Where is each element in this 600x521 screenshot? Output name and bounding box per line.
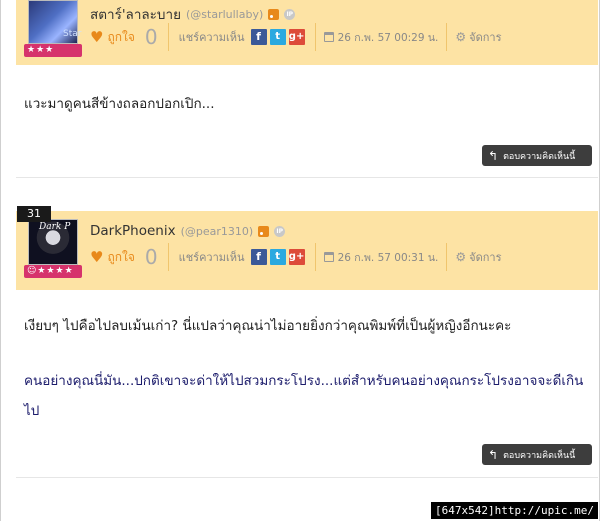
share-group: แชร์ความเห็น f t g+ [169,243,316,271]
comment-actions: ♥ ถูกใจ 0 แชร์ความเห็น f t g+ 26 ก.พ. 57… [90,23,502,51]
username[interactable]: DarkPhoenix [90,223,176,239]
share-label: แชร์ความเห็น [178,251,245,264]
like-label: ถูกใจ [107,249,135,264]
like-button[interactable]: ♥ ถูกใจ 0 [90,23,169,51]
heart-icon: ♥ [90,247,104,266]
date-text: 26 ก.พ. 57 00:29 น. [337,31,439,44]
manage-label: จัดการ [469,31,502,44]
twitter-icon[interactable]: t [269,249,286,265]
user-handle[interactable]: (@pear1310) [181,225,254,238]
avatar-caption: Star [63,29,82,39]
manage-button[interactable]: ⚙ จัดการ [447,28,501,46]
comment-header: Dark P ☺★★★★ DarkPhoenix (@pear1310) IP … [16,211,598,290]
comment-text-secondary: คนอย่างคุณนี่มัน...ปกติเขาจะด่าให้ไปสวมก… [24,373,584,419]
ip-icon[interactable]: IP [274,225,286,237]
facebook-icon[interactable]: f [250,249,267,265]
rank-stars: ★★★ [24,44,82,57]
comment-date: 26 ก.พ. 57 00:31 น. [316,243,448,271]
comment-number-badge[interactable]: 31 [17,206,51,222]
like-count: 0 [144,25,158,49]
avatar[interactable]: Dark P [28,219,78,265]
google-plus-icon[interactable]: g+ [288,29,305,45]
rank-stars: ☺★★★★ [24,265,82,278]
share-group: แชร์ความเห็น f t g+ [169,23,316,51]
heart-icon: ♥ [90,27,104,46]
google-plus-icon[interactable]: g+ [288,249,305,265]
reply-label: ตอบความคิดเห็นนี้ [503,151,576,162]
user-line: DarkPhoenix (@pear1310) IP [90,223,286,239]
reply-arrow-icon: ↰ [488,148,499,163]
comment-header: Star ★★★ สตาร์'ลาละบาย (@starlullaby) IP… [16,0,598,65]
comment-date: 26 ก.พ. 57 00:29 น. [316,23,448,51]
reply-button[interactable]: ↰ ตอบความคิดเห็นนี้ [482,444,592,465]
calendar-icon [323,32,334,42]
comment-divider [16,477,598,478]
reply-button[interactable]: ↰ ตอบความคิดเห็นนี้ [482,145,592,166]
comment-divider [16,177,598,178]
username[interactable]: สตาร์'ลาละบาย [90,3,181,25]
gear-icon: ⚙ [455,250,467,264]
share-label: แชร์ความเห็น [178,31,245,44]
rss-icon[interactable] [258,225,270,237]
facebook-icon[interactable]: f [250,29,267,45]
rss-icon[interactable] [268,8,280,20]
manage-button[interactable]: ⚙ จัดการ [447,248,501,266]
manage-label: จัดการ [469,251,502,264]
comment-actions: ♥ ถูกใจ 0 แชร์ความเห็น f t g+ 26 ก.พ. 57… [90,243,502,271]
avatar-block: Star ★★★ [24,0,82,57]
reply-arrow-icon: ↰ [488,447,499,462]
avatar[interactable]: Star [28,0,82,44]
calendar-icon [323,252,334,262]
user-line: สตาร์'ลาละบาย (@starlullaby) IP [90,3,296,25]
image-host-watermark: [647x542]http://upic.me/ [431,502,598,519]
avatar-block: Dark P ☺★★★★ [24,219,82,278]
ip-icon[interactable]: IP [284,8,296,20]
avatar-caption: Dark P [39,222,71,232]
date-text: 26 ก.พ. 57 00:31 น. [337,251,439,264]
twitter-icon[interactable]: t [269,29,286,45]
comment-text: แวะมาดูคนสีข้างถลอกปอกเปิก... [24,96,215,112]
like-button[interactable]: ♥ ถูกใจ 0 [90,243,169,271]
reply-label: ตอบความคิดเห็นนี้ [503,450,576,461]
gear-icon: ⚙ [455,30,467,44]
comment-text: เงียบๆ ไปคือไปลบเม้นเก่า? นี่แปลว่าคุณน่… [24,318,512,334]
like-count: 0 [144,245,158,269]
like-label: ถูกใจ [107,29,135,44]
user-handle[interactable]: (@starlullaby) [186,8,263,21]
